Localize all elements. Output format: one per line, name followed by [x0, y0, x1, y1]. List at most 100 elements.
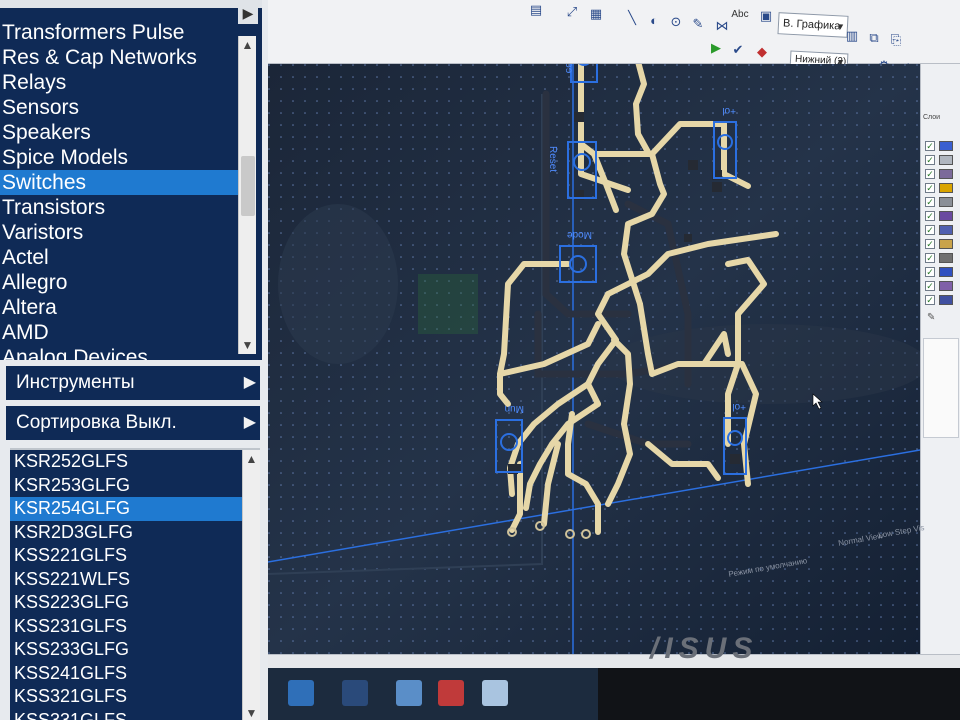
paste-icon[interactable]: ⎘ — [886, 30, 906, 50]
zoom-fit-icon[interactable]: ⤢ — [562, 2, 582, 22]
layer-row[interactable]: ✓ — [925, 280, 959, 292]
image-tool-icon[interactable]: ▣ — [756, 6, 776, 26]
pcb-board[interactable]: Ҳoɘɘ Reset Mode Mun +ol +ol — [268, 64, 920, 654]
layer-visibility-checkbox[interactable]: ✓ — [925, 225, 935, 235]
layer-row[interactable]: ✓ — [925, 224, 959, 236]
layers-icon[interactable]: ▤ — [526, 0, 546, 20]
drc-icon[interactable]: ◆ — [752, 42, 772, 62]
library-item[interactable]: Altera — [0, 295, 244, 320]
layer-color-swatch[interactable] — [939, 225, 953, 235]
component-item[interactable]: KSS221GLFS — [10, 544, 246, 568]
layer-color-swatch[interactable] — [939, 183, 953, 193]
component-scrollbar[interactable]: ▲ ▼ — [242, 450, 260, 720]
layer-row[interactable]: ✓ — [925, 196, 959, 208]
component-item[interactable]: KSR2D3GLFG — [10, 521, 246, 545]
submenu-arrow-icon: ▶ — [243, 414, 256, 431]
library-list[interactable]: Transformers Pulse Res & Cap Networks Rela… — [0, 0, 262, 360]
layer-row[interactable]: ✓ — [925, 252, 959, 264]
layer-visibility-checkbox[interactable]: ✓ — [925, 295, 935, 305]
scroll-down-arrow-icon[interactable]: ▼ — [243, 704, 260, 720]
layer-row[interactable]: ✓ — [925, 238, 959, 250]
library-item[interactable]: Varistors — [0, 220, 244, 245]
layer-color-swatch[interactable] — [939, 239, 953, 249]
taskbar-app-icon[interactable] — [288, 680, 314, 706]
layer-visibility-checkbox[interactable]: ✓ — [925, 267, 935, 277]
layer-row[interactable]: ✓ — [925, 182, 959, 194]
component-item[interactable]: KSS221WLFS — [10, 568, 246, 592]
scroll-up-arrow-icon[interactable]: ▲ — [239, 36, 256, 54]
taskbar-app-icon[interactable] — [396, 680, 422, 706]
scrollbar-thumb[interactable] — [241, 156, 255, 216]
pin-icon[interactable]: ✎ — [927, 312, 935, 323]
library-item[interactable]: Relays — [0, 70, 244, 95]
grid-icon[interactable]: ▦ — [586, 4, 606, 24]
layer-visibility-checkbox[interactable]: ✓ — [925, 253, 935, 263]
component-item[interactable]: KSS233GLFG — [10, 638, 246, 662]
layer-row[interactable]: ✓ — [925, 154, 959, 166]
layer-visibility-checkbox[interactable]: ✓ — [925, 169, 935, 179]
layer-visibility-checkbox[interactable]: ✓ — [925, 197, 935, 207]
library-item[interactable]: Spice Models — [0, 145, 244, 170]
layer-visibility-checkbox[interactable]: ✓ — [925, 281, 935, 291]
sort-menu[interactable]: Сортировка Выкл. ▶ — [4, 404, 262, 442]
layer-visibility-checkbox[interactable]: ✓ — [925, 155, 935, 165]
layer-row[interactable]: ✓ — [925, 294, 959, 306]
run-icon[interactable]: ▶ — [706, 38, 726, 58]
connect-icon[interactable]: ⋈ — [712, 16, 732, 36]
component-item[interactable]: KSS223GLFG — [10, 591, 246, 615]
component-item[interactable]: KSR254GLFG — [10, 497, 246, 521]
copy-icon[interactable]: ⧉ — [864, 28, 884, 48]
layer-row[interactable]: ✓ — [925, 266, 959, 278]
library-item[interactable]: Actel — [0, 245, 244, 270]
layer-color-swatch[interactable] — [939, 253, 953, 263]
properties-icon[interactable]: ▥ — [842, 26, 862, 46]
taskbar-app-icon[interactable] — [438, 680, 464, 706]
autoroute-icon[interactable]: ✎ — [688, 14, 708, 34]
library-item[interactable]: Sensors — [0, 95, 244, 120]
component-list[interactable]: KSR252GLFS KSR253GLFG KSR254GLFG KSR2D3GLFG… — [10, 448, 260, 720]
library-item[interactable]: Speakers — [0, 120, 244, 145]
component-item[interactable]: KSR252GLFS — [10, 450, 246, 474]
library-item[interactable]: Transistors — [0, 195, 244, 220]
taskbar-app-icon[interactable] — [482, 680, 508, 706]
component-item[interactable]: KSR253GLFG — [10, 474, 246, 498]
library-item[interactable]: Res & Cap Networks — [0, 45, 244, 70]
library-item[interactable]: Analog Devices — [0, 345, 244, 360]
layer-visibility-checkbox[interactable]: ✓ — [925, 211, 935, 221]
component-item[interactable]: KSS321GLFS — [10, 685, 246, 709]
layer-row[interactable]: ✓ — [925, 168, 959, 180]
layer-row[interactable]: ✓ — [925, 140, 959, 152]
library-item[interactable]: AMD — [0, 320, 244, 345]
layer-color-swatch[interactable] — [939, 211, 953, 221]
layer-row[interactable]: ✓ — [925, 210, 959, 222]
scroll-up-arrow-icon[interactable]: ▲ — [243, 450, 260, 468]
taskbar-app-icon[interactable] — [342, 680, 368, 706]
layer-select[interactable]: В. Графика ▼ — [777, 12, 849, 38]
library-item[interactable]: Allegro — [0, 270, 244, 295]
layer-visibility-checkbox[interactable]: ✓ — [925, 141, 935, 151]
scroll-down-arrow-icon[interactable]: ▼ — [239, 336, 256, 354]
layer-color-swatch[interactable] — [939, 155, 953, 165]
library-expand-arrow[interactable]: ▶ — [238, 2, 258, 24]
layer-color-swatch[interactable] — [939, 281, 953, 291]
library-item[interactable]: Switches — [0, 170, 244, 195]
component-item[interactable]: KSS331GLFS — [10, 709, 246, 720]
layer-color-swatch[interactable] — [939, 267, 953, 277]
pcb-canvas[interactable]: Ҳoɘɘ Reset Mode Mun +ol +ol — [268, 64, 920, 654]
tools-menu[interactable]: Инструменты ▶ — [4, 364, 262, 402]
wire-tool-icon[interactable]: ╲ — [622, 8, 642, 28]
layer-color-swatch[interactable] — [939, 197, 953, 207]
layer-visibility-checkbox[interactable]: ✓ — [925, 239, 935, 249]
via-tool-icon[interactable]: ⊙ — [666, 12, 686, 32]
layer-color-swatch[interactable] — [939, 295, 953, 305]
component-item[interactable]: KSS241GLFS — [10, 662, 246, 686]
library-scrollbar[interactable]: ▲ ▼ — [238, 36, 256, 354]
check-icon[interactable]: ✔ — [728, 40, 748, 60]
layer-color-swatch[interactable] — [939, 169, 953, 179]
text-tool-icon[interactable]: Abc — [730, 4, 750, 24]
layer-color-swatch[interactable] — [939, 141, 953, 151]
layer-visibility-checkbox[interactable]: ✓ — [925, 183, 935, 193]
pad-tool-icon[interactable]: ◐ — [644, 10, 664, 30]
component-item[interactable]: KSS231GLFS — [10, 615, 246, 639]
library-item[interactable]: Transformers Pulse — [0, 20, 244, 45]
